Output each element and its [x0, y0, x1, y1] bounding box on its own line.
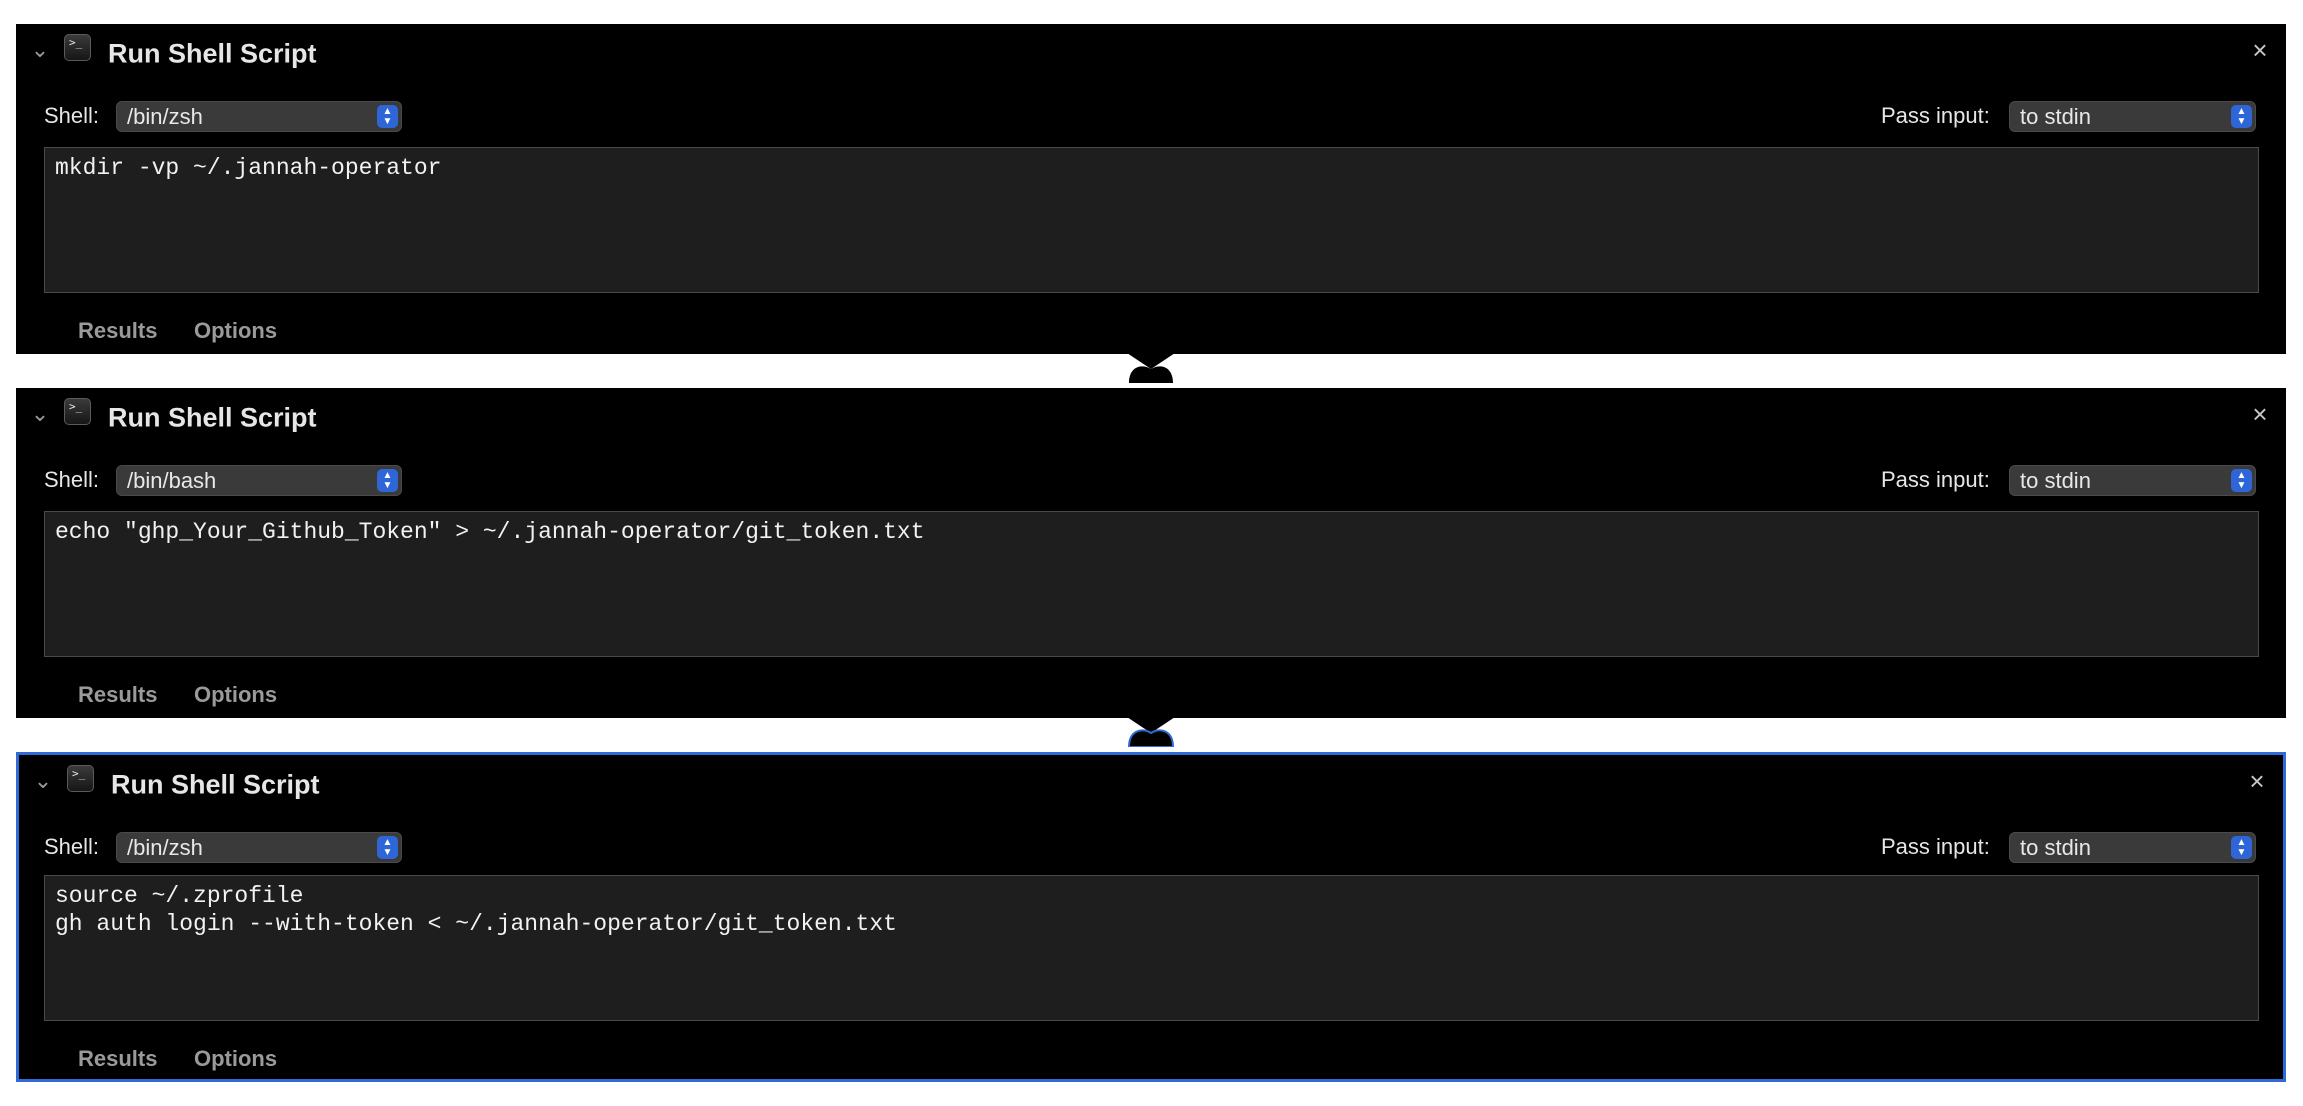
- pass-input-select[interactable]: to stdin ▲ ▼: [2009, 101, 2256, 132]
- close-icon[interactable]: ×: [2246, 36, 2274, 64]
- pass-input-select-value: to stdin: [2020, 468, 2091, 493]
- action-run-shell-script-2[interactable]: ⌄ >_ Run Shell Script × Shell: /bin/bash…: [16, 388, 2286, 718]
- action-header: ⌄ >_ Run Shell Script ×: [16, 388, 2286, 454]
- terminal-icon: >_: [64, 398, 91, 425]
- pass-input-select-value: to stdin: [2020, 104, 2091, 129]
- script-line: mkdir -vp ~/.jannah-operator: [55, 155, 442, 181]
- action-connector: [1127, 717, 1175, 747]
- terminal-icon: >_: [67, 765, 94, 792]
- shell-label: Shell:: [44, 834, 100, 859]
- terminal-icon: >_: [64, 34, 91, 61]
- shell-select-value: /bin/zsh: [127, 104, 203, 129]
- updown-chevron-icon: ▲ ▼: [377, 469, 398, 492]
- script-line: gh auth login --with-token < ~/.jannah-o…: [55, 911, 897, 937]
- close-icon[interactable]: ×: [2243, 767, 2271, 795]
- shell-select-value: /bin/zsh: [127, 835, 203, 860]
- pass-input-select[interactable]: to stdin ▲ ▼: [2009, 465, 2256, 496]
- pass-input-select-value: to stdin: [2020, 835, 2091, 860]
- results-tab[interactable]: Results: [78, 318, 157, 344]
- pass-input-select[interactable]: to stdin ▲ ▼: [2009, 832, 2256, 863]
- options-tab[interactable]: Options: [194, 1046, 277, 1072]
- action-header: ⌄ >_ Run Shell Script ×: [16, 24, 2286, 90]
- action-title: Run Shell Script: [111, 769, 320, 800]
- shell-select[interactable]: /bin/bash ▲ ▼: [116, 465, 402, 496]
- results-tab[interactable]: Results: [78, 682, 157, 708]
- options-tab[interactable]: Options: [194, 318, 277, 344]
- action-run-shell-script-1[interactable]: ⌄ >_ Run Shell Script × Shell: /bin/zsh …: [16, 24, 2286, 354]
- options-tab[interactable]: Options: [194, 682, 277, 708]
- updown-chevron-icon: ▲ ▼: [2231, 105, 2252, 128]
- shell-select[interactable]: /bin/zsh ▲ ▼: [116, 832, 402, 863]
- action-title: Run Shell Script: [108, 38, 317, 69]
- script-editor[interactable]: source ~/.zprofile gh auth login --with-…: [44, 875, 2259, 1021]
- script-editor[interactable]: echo "ghp_Your_Github_Token" > ~/.jannah…: [44, 511, 2259, 657]
- action-run-shell-script-3[interactable]: ⌄ >_ Run Shell Script × Shell: /bin/zsh …: [16, 752, 2286, 1082]
- shell-label: Shell:: [44, 467, 100, 492]
- chevron-down-icon[interactable]: ⌄: [28, 38, 52, 62]
- action-header: ⌄ >_ Run Shell Script ×: [19, 755, 2283, 821]
- updown-chevron-icon: ▲ ▼: [377, 836, 398, 859]
- chevron-down-icon[interactable]: ⌄: [28, 402, 52, 426]
- pass-input-label: Pass input:: [1881, 103, 1990, 128]
- action-connector: [1127, 353, 1175, 383]
- shell-select-value: /bin/bash: [127, 468, 217, 493]
- script-editor[interactable]: mkdir -vp ~/.jannah-operator: [44, 147, 2259, 293]
- script-line: echo "ghp_Your_Github_Token" > ~/.jannah…: [55, 519, 925, 545]
- script-line: source ~/.zprofile: [55, 883, 304, 909]
- shell-label: Shell:: [44, 103, 100, 128]
- updown-chevron-icon: ▲ ▼: [377, 105, 398, 128]
- close-icon[interactable]: ×: [2246, 400, 2274, 428]
- shell-select[interactable]: /bin/zsh ▲ ▼: [116, 101, 402, 132]
- pass-input-label: Pass input:: [1881, 467, 1990, 492]
- action-title: Run Shell Script: [108, 402, 317, 433]
- results-tab[interactable]: Results: [78, 1046, 157, 1072]
- workflow-canvas: ⌄ >_ Run Shell Script × Shell: /bin/zsh …: [0, 0, 2303, 1106]
- updown-chevron-icon: ▲ ▼: [2231, 836, 2252, 859]
- chevron-down-icon[interactable]: ⌄: [31, 769, 55, 793]
- updown-chevron-icon: ▲ ▼: [2231, 469, 2252, 492]
- pass-input-label: Pass input:: [1881, 834, 1990, 859]
